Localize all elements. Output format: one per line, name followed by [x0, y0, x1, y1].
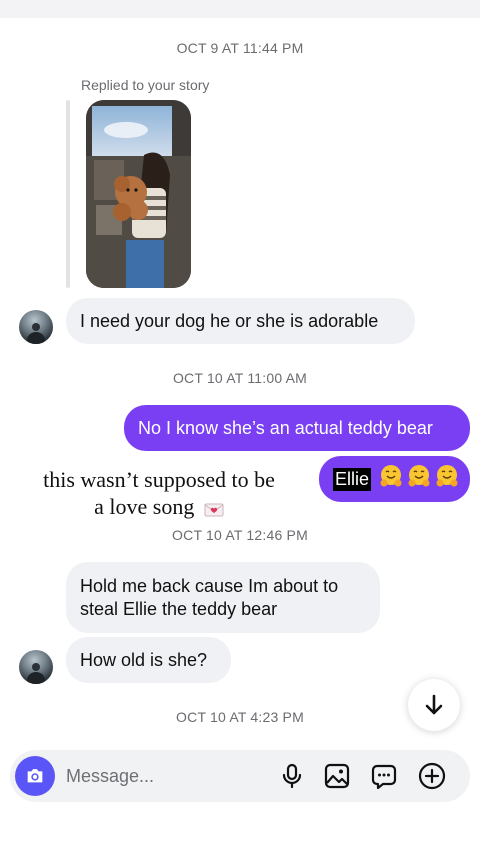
- message-text-line: Hold me back cause Im about to: [80, 575, 339, 596]
- camera-icon: [27, 769, 43, 783]
- image-icon: [324, 763, 350, 789]
- plus-circle-icon: [418, 762, 446, 790]
- message-bubble-outgoing[interactable]: No I know she’s an actual teddy bear: [124, 405, 470, 451]
- replied-to-story-label: Replied to your story: [81, 77, 210, 93]
- microphone-button[interactable]: [278, 762, 306, 790]
- top-bar: [0, 0, 480, 18]
- lyrics-sticker: this wasn’t supposed to be a love song: [30, 466, 288, 524]
- message-text: I need your dog he or she is adorable: [80, 310, 379, 331]
- more-options-button[interactable]: [418, 762, 446, 790]
- message-bubble-incoming[interactable]: I need your dog he or she is adorable: [66, 298, 415, 344]
- message-text: No I know she’s an actual teddy bear: [138, 417, 433, 438]
- sticker-line: this wasn’t supposed to be: [43, 467, 275, 492]
- message-composer: [10, 750, 470, 802]
- story-thumbnail[interactable]: [86, 100, 191, 288]
- message-text: How old is she?: [80, 649, 208, 670]
- story-image: [86, 100, 191, 288]
- camera-button[interactable]: [15, 756, 55, 796]
- gallery-button[interactable]: [323, 762, 351, 790]
- timestamp: OCT 9 AT 11:44 PM: [176, 40, 304, 56]
- avatar-image: [27, 323, 45, 344]
- timestamp: OCT 10 AT 11:00 AM: [172, 370, 308, 386]
- sticker-line-2: a love song: [30, 493, 288, 524]
- message-bubble-incoming[interactable]: How old is she?: [66, 637, 231, 683]
- avatar[interactable]: [19, 310, 53, 344]
- message-input[interactable]: [66, 758, 266, 794]
- message-text-line: steal Ellie the teddy bear: [80, 598, 278, 619]
- message-bubble-outgoing-ellie[interactable]: Ellie: [319, 456, 470, 502]
- message-bubble-incoming[interactable]: Hold me back cause Im about to steal Ell…: [66, 562, 380, 633]
- timestamp: OCT 10 AT 4:23 PM: [176, 709, 304, 725]
- hugging-face-icon: [379, 464, 403, 494]
- sticker-button[interactable]: [370, 762, 398, 790]
- avatar[interactable]: [19, 650, 53, 684]
- sticker-icon: [371, 764, 397, 789]
- hugging-face-icon: [435, 464, 459, 494]
- microphone-icon: [282, 763, 302, 789]
- avatar-image: [27, 663, 45, 684]
- highlighted-name: Ellie: [333, 467, 372, 491]
- sticker-line-text: a love song: [94, 494, 195, 519]
- love-letter-icon: [204, 497, 224, 524]
- hugging-face-icon: [407, 464, 431, 494]
- reply-indicator-bar: [66, 100, 70, 288]
- timestamp: OCT 10 AT 12:46 PM: [172, 527, 308, 543]
